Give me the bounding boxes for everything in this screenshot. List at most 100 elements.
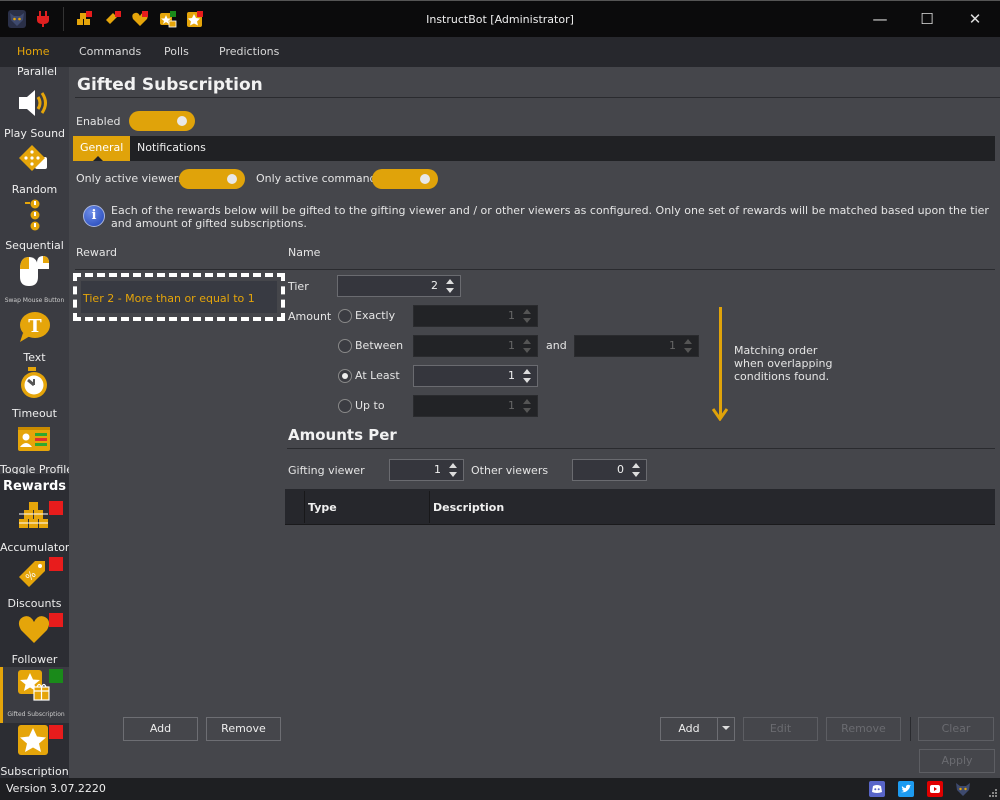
between-max-spinner[interactable]: 1 [574,335,699,357]
up-to-radio[interactable] [338,399,352,413]
list-divider [75,269,995,270]
menu-predictions[interactable]: Predictions [219,45,279,58]
sequence-icon [25,199,40,231]
at-least-radio[interactable] [338,369,352,383]
between-and-label: and [546,339,567,352]
sidebar-item-discounts[interactable]: % Discounts [0,555,69,611]
amounts-divider [287,448,995,449]
close-button[interactable]: ✕ [960,7,990,31]
tier-label: Tier [288,280,309,293]
enabled-label: Enabled [76,115,121,128]
gifting-viewer-spinner[interactable]: 1 [389,459,464,481]
title-divider [75,97,1000,98]
youtube-icon[interactable] [927,781,943,797]
window-title: InstructBot [Administrator] [426,13,574,26]
spinner-arrows-icon[interactable] [523,368,532,384]
star-icon [18,725,48,755]
minimize-button[interactable]: — [865,7,895,31]
up-to-label: Up to [355,399,385,412]
speech-bubble-t-icon: T [20,312,50,342]
column-description[interactable]: Description [433,501,504,514]
spinner-arrows-icon[interactable] [523,308,532,324]
sidebar-item-swap-mouse-button[interactable]: Swap Mouse Button [0,253,69,309]
exactly-radio[interactable] [338,309,352,323]
add-reward-button[interactable]: Add [123,717,198,741]
edit-button[interactable]: Edit [743,717,818,741]
between-radio[interactable] [338,339,352,353]
sidebar-item-sequential[interactable]: Sequential [0,197,69,253]
status-badge-red [49,613,63,627]
stopwatch-icon [21,367,47,398]
spinner-arrows-icon[interactable] [684,338,693,354]
bot-logo-icon[interactable] [955,781,971,797]
add-type-button[interactable]: Add [660,717,718,741]
column-type[interactable]: Type [308,501,337,514]
name-column-header: Name [288,246,321,259]
only-active-viewers-toggle[interactable] [179,169,245,189]
sidebar: Parallel Play Sound Random Sequential Sw… [0,67,69,778]
sidebar-item-timeout[interactable]: Timeout [0,365,69,421]
sidebar-item-follower[interactable]: Follower [0,611,69,667]
sidebar-item-text[interactable]: T Text [0,309,69,365]
enabled-toggle[interactable] [129,111,195,131]
star-gift-icon [18,670,50,701]
sidebar-item-play-sound[interactable]: Play Sound [0,85,69,141]
status-badge-red [49,557,63,571]
clear-button[interactable]: Clear [918,717,994,741]
reward-list-item[interactable]: Tier 2 - More than or equal to 1 [73,273,285,321]
tab-general[interactable]: General [73,136,131,161]
maximize-button[interactable]: ☐ [912,7,942,31]
gifting-viewer-label: Gifting viewer [288,464,365,477]
exactly-label: Exactly [355,309,396,322]
spinner-arrows-icon[interactable] [446,278,455,294]
other-viewers-spinner[interactable]: 0 [572,459,647,481]
menu-polls[interactable]: Polls [164,45,189,58]
arrow-down-icon [712,408,728,421]
sidebar-item-toggle-profile[interactable]: Toggle Profile [0,421,69,477]
sidebar-item-accumulator[interactable]: Accumulator [0,499,69,555]
speaker-icon [19,90,47,116]
sidebar-item-parallel-label[interactable]: Parallel [17,67,57,78]
spinner-arrows-icon[interactable] [449,462,458,478]
heart-icon [18,616,50,643]
add-dropdown-button[interactable] [717,717,735,741]
spinner-arrows-icon[interactable] [523,398,532,414]
tab-bar: General Notifications [73,136,995,161]
at-least-spinner[interactable]: 1 [413,365,538,387]
amounts-table-header: Type Description [285,489,995,525]
menu-home[interactable]: Home [17,45,49,58]
sidebar-rewards-header: Rewards [0,474,69,499]
amount-label: Amount [288,310,332,323]
spinner-arrows-icon[interactable] [632,462,641,478]
remove-reward-button[interactable]: Remove [206,717,281,741]
tab-notifications[interactable]: Notifications [130,136,213,161]
resize-grip-icon[interactable] [988,788,998,798]
only-active-viewers-label: Only active viewers [76,172,184,185]
sidebar-item-gifted-subscription[interactable]: Gifted Subscription [0,667,69,723]
amounts-per-title: Amounts Per [288,426,397,444]
status-badge-red [49,501,63,515]
main-panel: Gifted Subscription Enabled General Noti… [69,67,1000,778]
other-viewers-label: Other viewers [471,464,549,477]
mouse-icon [20,256,49,286]
chevron-down-icon [722,726,730,730]
apply-button[interactable]: Apply [919,749,995,773]
tier-spinner[interactable]: 2 [337,275,461,297]
twitter-icon[interactable] [898,781,914,797]
status-badge-red [49,725,63,739]
discord-icon[interactable] [869,781,885,797]
up-to-spinner[interactable]: 1 [413,395,538,417]
reward-column-header: Reward [76,246,117,259]
tag-icon: % [19,561,45,587]
menu-commands[interactable]: Commands [79,45,141,58]
sidebar-item-random[interactable]: Random [0,141,69,197]
exactly-spinner[interactable]: 1 [413,305,538,327]
between-label: Between [355,339,404,352]
status-bar: Version 3.07.2220 [0,778,1000,800]
spinner-arrows-icon[interactable] [523,338,532,354]
only-active-commands-toggle[interactable] [372,169,438,189]
sidebar-item-subscription[interactable]: Subscription [0,723,69,778]
svg-text:T: T [28,316,42,337]
between-min-spinner[interactable]: 1 [413,335,538,357]
remove-type-button[interactable]: Remove [826,717,901,741]
